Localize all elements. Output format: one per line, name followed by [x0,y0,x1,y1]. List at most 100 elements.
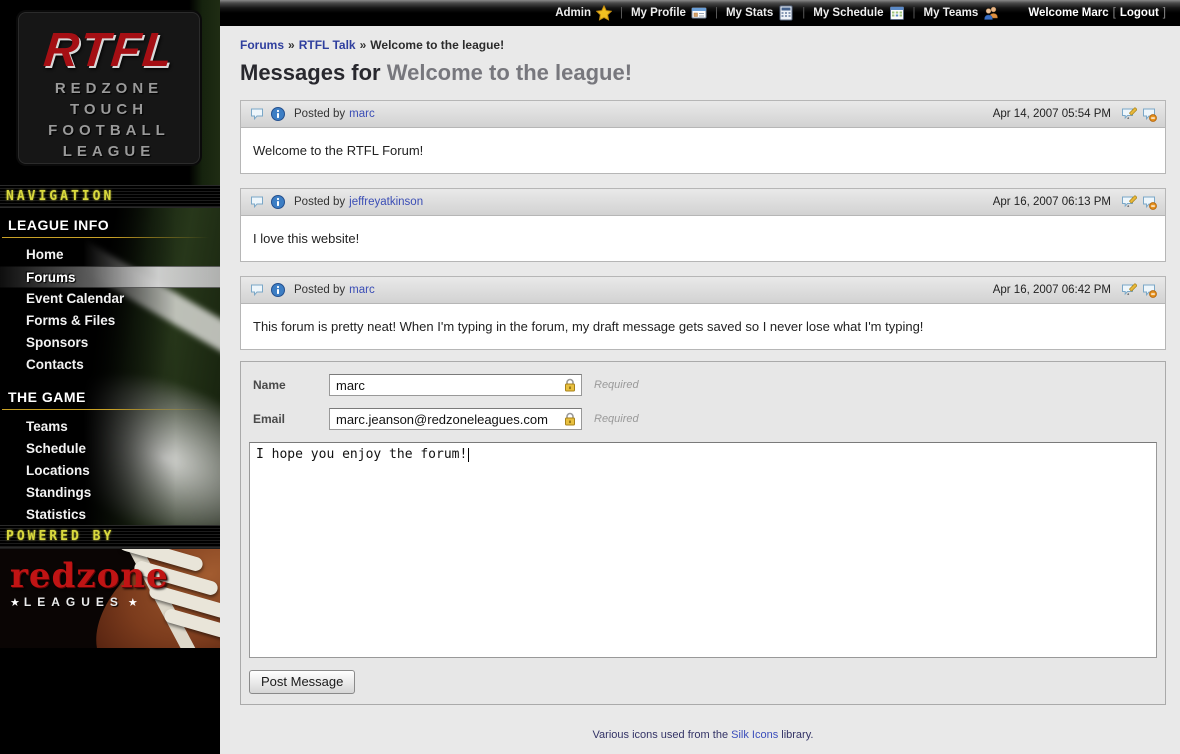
calendar-icon [889,5,905,21]
message-date: Apr 16, 2007 06:42 PM [993,284,1111,296]
message-body: Welcome to the RTFL Forum! [241,128,1165,173]
author-link[interactable]: marc [349,108,375,120]
topbar-item-admin[interactable]: Admin [555,5,612,21]
leagues-text: LEAGUES [24,595,124,609]
sidebar-item-standings[interactable]: Standings [0,482,220,504]
bracket: [ [1113,7,1116,19]
rtfl-logo-line: REDZONE [19,78,199,99]
sidebar-logo-area: RTFL REDZONE TOUCH FOOTBALL LEAGUE [0,0,220,185]
sidebar-item-sponsors[interactable]: Sponsors [0,332,220,354]
sidebar-item-home[interactable]: Home [0,244,220,266]
name-row: Name Required [249,374,1157,396]
author-link[interactable]: jeffreyatkinson [349,196,423,208]
posted-by-label: Posted by [294,196,345,208]
section-title-league-info: LEAGUE INFO [0,217,220,233]
separator: | [913,7,916,19]
navigation-label: NAVIGATION [0,185,220,208]
bracket: ] [1163,7,1166,19]
section-title-the-game: THE GAME [0,389,220,405]
topbar-item-my-stats[interactable]: My Stats [726,5,794,21]
info-icon[interactable] [270,282,286,298]
section-divider [2,237,220,238]
email-input[interactable] [329,408,582,430]
message-draft-text: I hope you enjoy the forum! [256,447,467,462]
author-link[interactable]: marc [349,284,375,296]
forum-message: Posted by marc Apr 14, 2007 05:54 PM Wel… [240,100,1166,174]
topbar-item-my-schedule[interactable]: My Schedule [813,5,904,21]
topbar-item-my-teams[interactable]: My Teams [924,5,1000,21]
footer-text: library. [778,729,813,741]
separator: | [802,7,805,19]
vcard-icon [691,5,707,21]
required-label: Required [594,413,639,425]
sidebar-item-forms-files[interactable]: Forms & Files [0,310,220,332]
message-textarea[interactable]: I hope you enjoy the forum! [249,442,1157,658]
message-date: Apr 16, 2007 06:13 PM [993,196,1111,208]
message-header: Posted by marc Apr 14, 2007 05:54 PM [241,101,1165,128]
message-body: This forum is pretty neat! When I'm typi… [241,304,1165,349]
comment-delete-icon[interactable] [1141,194,1157,210]
comment-edit-icon[interactable] [1121,194,1137,210]
welcome-text: Welcome Marc [1028,7,1108,19]
info-icon[interactable] [270,106,286,122]
star-icon: ★ [128,596,138,609]
main-content: Forums»RTFL Talk»Welcome to the league! … [220,26,1180,754]
comment-delete-icon[interactable] [1141,282,1157,298]
topbar-item-label: My Profile [631,7,686,19]
section-divider [2,409,220,410]
footer-credit-icons: Various icons used from the Silk Icons l… [240,729,1166,741]
star-icon: ★ [10,596,20,609]
topbar-item-label: My Teams [924,7,979,19]
topbar-item-my-profile[interactable]: My Profile [631,5,707,21]
comment-edit-icon[interactable] [1121,282,1137,298]
calculator-icon [778,5,794,21]
breadcrumb-link-forums[interactable]: Forums [240,38,284,52]
name-input[interactable] [329,374,582,396]
sidebar-item-locations[interactable]: Locations [0,460,220,482]
email-label: Email [249,412,329,426]
message-body: I love this website! [241,216,1165,261]
redzone-leagues-banner[interactable]: redzone ★ LEAGUES ★ [0,548,220,648]
logout-link[interactable]: Logout [1120,7,1159,19]
redzone-brand-text: redzone [10,559,169,593]
posted-by-label: Posted by [294,284,345,296]
rtfl-logo-title: RTFL [16,23,202,78]
name-label: Name [249,378,329,392]
powered-by-label: POWERED BY [0,525,220,548]
sidebar: RTFL REDZONE TOUCH FOOTBALL LEAGUE NAVIG… [0,0,220,754]
comment-icon [249,106,265,122]
topbar-item-label: Admin [555,7,591,19]
comment-delete-icon[interactable] [1141,106,1157,122]
sidebar-item-schedule[interactable]: Schedule [0,438,220,460]
sidebar-item-teams[interactable]: Teams [0,416,220,438]
topbar: Admin | My Profile | My Stats | My Sched… [220,0,1180,26]
sidebar-menu: LEAGUE INFO Home Forums Event Calendar F… [0,208,220,525]
posted-by-label: Posted by [294,108,345,120]
star-icon [596,5,612,21]
separator: | [715,7,718,19]
sidebar-item-event-calendar[interactable]: Event Calendar [0,288,220,310]
silk-icons-link[interactable]: Silk Icons [731,729,778,741]
rtfl-logo-line: LEAGUE [19,141,199,162]
redzone-leagues-logo: redzone ★ LEAGUES ★ [10,559,169,609]
topbar-item-label: My Schedule [813,7,883,19]
post-message-button[interactable]: Post Message [249,670,355,694]
rtfl-logo-line: TOUCH [19,99,199,120]
breadcrumb-current: Welcome to the league! [370,38,504,52]
forum-message: Posted by marc Apr 16, 2007 06:42 PM Thi… [240,276,1166,350]
page-title-prefix: Messages for [240,60,387,85]
rtfl-logo: RTFL REDZONE TOUCH FOOTBALL LEAGUE [18,12,200,164]
sidebar-item-forums[interactable]: Forums [0,266,220,288]
info-icon[interactable] [270,194,286,210]
sidebar-item-statistics[interactable]: Statistics [0,504,220,525]
breadcrumb: Forums»RTFL Talk»Welcome to the league! [240,38,1166,52]
comment-icon [249,194,265,210]
message-header: Posted by jeffreyatkinson Apr 16, 2007 0… [241,189,1165,216]
breadcrumb-link-rtfl-talk[interactable]: RTFL Talk [299,38,356,52]
comment-edit-icon[interactable] [1121,106,1137,122]
separator: | [620,7,623,19]
sidebar-item-contacts[interactable]: Contacts [0,354,220,376]
message-header: Posted by marc Apr 16, 2007 06:42 PM [241,277,1165,304]
message-date: Apr 14, 2007 05:54 PM [993,108,1111,120]
breadcrumb-separator: » [288,38,295,52]
